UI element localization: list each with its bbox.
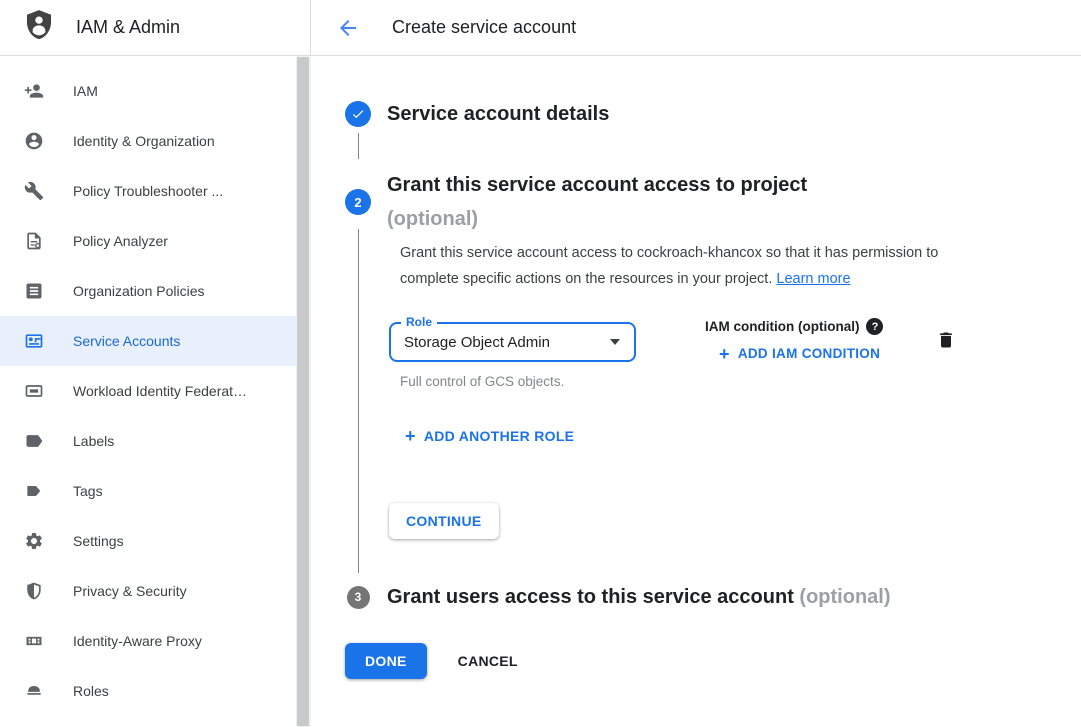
service-account-icon: [24, 331, 44, 351]
card-icon: [24, 381, 44, 401]
role-selected-value: Storage Object Admin: [404, 334, 610, 351]
product-header: IAM & Admin: [0, 0, 311, 55]
sidebar-item-label: Identity-Aware Proxy: [73, 633, 202, 649]
document-lines-icon: [24, 281, 44, 301]
trash-icon: [936, 330, 956, 350]
sidebar-item-privacy-security[interactable]: Privacy & Security: [0, 566, 311, 616]
label-icon: [24, 431, 44, 451]
sidebar-item-workload-identity-federation[interactable]: Workload Identity Federat…: [0, 366, 311, 416]
sidebar-item-label: Privacy & Security: [73, 583, 187, 599]
iam-admin-shield-icon: [22, 8, 56, 47]
step2-optional-label: (optional): [387, 202, 978, 236]
step1-complete-check-icon: [345, 101, 371, 127]
sidebar-item-label: IAM: [73, 83, 98, 99]
sidebar-item-label: Labels: [73, 433, 114, 449]
sidebar-item-settings[interactable]: Settings: [0, 516, 311, 566]
sidebar-scrollbar[interactable]: [296, 56, 311, 727]
step-connector: [358, 133, 359, 159]
sidebar-item-tags[interactable]: Tags: [0, 466, 311, 516]
cancel-button[interactable]: CANCEL: [458, 653, 518, 669]
sidebar-item-policy-analyzer[interactable]: Policy Analyzer: [0, 216, 311, 266]
sidebar-item-label: Policy Analyzer: [73, 233, 168, 249]
sidebar-item-label: Organization Policies: [73, 283, 205, 299]
step3-number-badge: 3: [347, 586, 370, 609]
sidebar-item-service-accounts[interactable]: Service Accounts: [0, 316, 311, 366]
product-title: IAM & Admin: [76, 17, 180, 38]
step3-title: Grant users access to this service accou…: [387, 583, 891, 611]
learn-more-link[interactable]: Learn more: [776, 271, 850, 287]
proxy-icon: [24, 631, 44, 651]
scrollbar-thumb[interactable]: [297, 57, 309, 726]
account-circle-icon: [24, 131, 44, 151]
wrench-icon: [24, 181, 44, 201]
sidebar-item-label: Policy Troubleshooter ...: [73, 183, 223, 199]
step2-description: Grant this service account access to coc…: [400, 240, 978, 292]
role-field-label: Role: [401, 315, 437, 329]
sidebar-item-label: Tags: [73, 483, 103, 499]
sidebar-item-identity-organization[interactable]: Identity & Organization: [0, 116, 311, 166]
sidebar-item-label: Settings: [73, 533, 124, 549]
sidebar-item-label: Roles: [73, 683, 109, 699]
back-arrow-icon: [336, 16, 360, 40]
dropdown-caret-icon: [610, 339, 620, 345]
role-select[interactable]: Role Storage Object Admin: [389, 322, 636, 362]
continue-button[interactable]: CONTINUE: [389, 503, 499, 539]
plus-icon: +: [719, 345, 730, 363]
step1-title: Service account details: [387, 103, 609, 126]
step2-rail: 2: [345, 168, 371, 573]
role-helper-text: Full control of GCS objects.: [400, 373, 978, 391]
sidebar-item-roles[interactable]: Roles: [0, 666, 311, 716]
tag-arrow-icon: [24, 481, 44, 501]
sidebar-item-identity-aware-proxy[interactable]: Identity-Aware Proxy: [0, 616, 311, 666]
shield-half-icon: [24, 581, 44, 601]
sidebar: IAM Identity & Organization Policy Troub…: [0, 56, 311, 727]
sidebar-item-organization-policies[interactable]: Organization Policies: [0, 266, 311, 316]
iam-condition-group: IAM condition (optional) ? + ADD IAM CON…: [705, 318, 883, 363]
top-bar: IAM & Admin Create service account: [0, 0, 1081, 56]
step3-optional-label: (optional): [799, 586, 890, 608]
create-service-account-form: Service account details 2 Grant this ser…: [311, 56, 1081, 727]
sidebar-item-label: Service Accounts: [73, 333, 180, 349]
sidebar-item-policy-troubleshooter[interactable]: Policy Troubleshooter ...: [0, 166, 311, 216]
add-iam-condition-button[interactable]: + ADD IAM CONDITION: [719, 345, 883, 363]
sidebar-item-labels[interactable]: Labels: [0, 416, 311, 466]
iam-condition-label: IAM condition (optional): [705, 319, 859, 334]
delete-role-button[interactable]: [936, 330, 956, 353]
help-icon[interactable]: ?: [866, 318, 883, 335]
add-another-role-button[interactable]: + ADD ANOTHER ROLE: [405, 427, 978, 445]
step-service-account-details: Service account details: [345, 101, 1081, 127]
done-button[interactable]: DONE: [345, 643, 427, 679]
page-title: Create service account: [392, 17, 576, 38]
page-header: Create service account: [311, 0, 1081, 55]
gear-icon: [24, 531, 44, 551]
back-button[interactable]: [335, 15, 361, 41]
hat-icon: [24, 681, 44, 701]
step2-title: Grant this service account access to pro…: [387, 168, 978, 202]
person-add-icon: [24, 81, 44, 101]
sidebar-item-label: Workload Identity Federat…: [73, 383, 247, 399]
document-analyze-icon: [24, 231, 44, 251]
form-actions: DONE CANCEL: [345, 643, 1081, 679]
sidebar-item-iam[interactable]: IAM: [0, 66, 311, 116]
step-grant-users-access: 3 Grant users access to this service acc…: [345, 583, 1081, 611]
sidebar-item-label: Identity & Organization: [73, 133, 215, 149]
step-connector: [358, 229, 359, 573]
step-grant-access: 2 Grant this service account access to p…: [345, 168, 1081, 573]
plus-icon: +: [405, 427, 416, 445]
step2-number-badge: 2: [345, 189, 371, 215]
